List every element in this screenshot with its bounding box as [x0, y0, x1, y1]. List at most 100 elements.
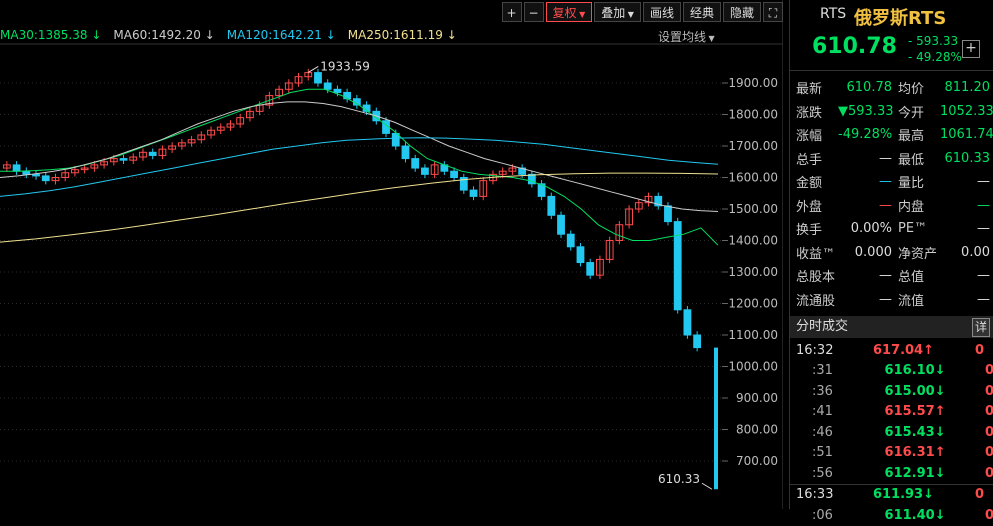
candle-body — [12, 164, 21, 172]
tick-row: 16:33 611.93↓ 0 — [790, 485, 993, 506]
ma-legend: MA30:1385.38 ↓ MA60:1492.20 ↓ MA120:1642.2… — [0, 28, 457, 42]
tick-price: 615.00↓ — [884, 383, 946, 399]
tick-price: 615.43↓ — [884, 424, 946, 440]
quote-row: 涨幅 -49.28% 最高 1061.74 — [796, 123, 993, 147]
y-tick-label: 1500.00 — [728, 202, 778, 216]
ma-settings-button[interactable]: 设置均线 ▼ — [658, 28, 715, 45]
high-marker — [307, 65, 319, 73]
quote-key: 内盘 — [898, 199, 925, 215]
tick-price: 611.40↓ — [884, 507, 946, 523]
tick-price: 617.04↑ — [872, 342, 934, 358]
candle-body — [148, 151, 157, 156]
tick-volume: 0 — [974, 342, 984, 358]
candle-body — [343, 91, 352, 100]
tick-time: 16:32 — [796, 342, 834, 358]
quote-value: 1052.33 — [940, 103, 993, 119]
y-tick-label: 900.00 — [736, 391, 778, 405]
quote-key: 总值 — [898, 270, 925, 286]
chevron-down-icon: ▼ — [625, 10, 634, 19]
candle-body — [411, 158, 420, 169]
low-label: 610.33 — [658, 472, 700, 486]
quote-key: 最新 — [796, 82, 823, 98]
quote-value: — — [977, 291, 990, 307]
quote-value: 1061.74 — [940, 127, 993, 143]
detail-button[interactable]: 详 — [972, 318, 990, 337]
candle-body — [119, 158, 128, 161]
ma-legend-item: MA250:1611.19 ↓ — [347, 28, 457, 42]
tick-price: 612.91↓ — [884, 465, 946, 481]
chevron-down-icon: ▼ — [706, 34, 715, 43]
tick-volume: 0 — [984, 404, 993, 420]
tick-row: :51 616.31↑ 0 — [790, 443, 993, 464]
price-change-pct: - 49.28% — [908, 50, 962, 64]
ma-line — [0, 88, 719, 246]
zoom-in-button[interactable]: + — [501, 2, 522, 22]
quote-value: — — [879, 268, 892, 284]
tick-list[interactable]: 16:32 617.04↑ 0:31 616.10↓ 0:36 615.00↓ 0:41 61… — [790, 340, 993, 526]
quote-row: 外盘 — 内盘 — — [796, 194, 990, 218]
tick-time: :06 — [812, 507, 833, 523]
tick-row: :56 612.91↓ 0 — [790, 463, 993, 484]
quote-row: 总手 — 最低 610.33 — [796, 147, 990, 171]
y-tick-label: 1300.00 — [728, 265, 778, 279]
price-change: - 593.33 — [908, 34, 959, 48]
tick-row: :41 615.57↑ 0 — [790, 402, 993, 423]
add-watchlist-button[interactable]: + — [962, 40, 980, 58]
tick-volume: 0 — [984, 383, 993, 399]
tick-price: 611.93↓ — [872, 487, 934, 503]
overlay-button[interactable]: 叠加 ▼ — [594, 2, 641, 22]
quote-grid: 最新 610.78 均价 811.20 涨跌 ▼593.33 今开 1052.33 涨幅 -49.… — [796, 76, 993, 311]
candle-body — [586, 262, 595, 276]
tick-volume: 0 — [984, 507, 993, 523]
y-tick-label: 1800.00 — [728, 108, 778, 122]
candle-body — [566, 233, 575, 248]
quote-row: 涨跌 ▼593.33 今开 1052.33 — [796, 100, 993, 124]
kline-chart[interactable]: 700.00 800.00 900.00 1000.00 1100.00 1200.00 1… — [0, 0, 783, 509]
quote-key: 均价 — [898, 82, 925, 98]
y-tick-label: 1100.00 — [728, 328, 778, 342]
y-tick-label: 1700.00 — [728, 139, 778, 153]
tick-price: 616.31↑ — [884, 445, 946, 461]
ma-legend-item: MA30:1385.38 ↓ — [0, 28, 102, 42]
y-tick-label: 800.00 — [736, 423, 778, 437]
kline-chart-area[interactable]: 700.00 800.00 900.00 1000.00 1100.00 1200.00 1… — [0, 0, 783, 509]
overlay-label: 叠加 — [601, 6, 626, 20]
tick-volume: 0 — [984, 424, 993, 440]
quote-row: 金额 — 量比 — — [796, 170, 990, 194]
hide-button[interactable]: 隐藏 — [722, 2, 761, 22]
tick-time: :46 — [812, 424, 833, 440]
candle-body — [323, 82, 332, 90]
draw-line-button[interactable]: 画线 — [642, 2, 681, 22]
classic-button[interactable]: 经典 — [682, 2, 721, 22]
candle-body — [714, 347, 718, 490]
tick-time: :56 — [812, 465, 833, 481]
quote-value: — — [977, 174, 990, 190]
tick-time: 16:33 — [796, 487, 834, 503]
tick-volume: 0 — [984, 465, 993, 481]
quote-key: 金额 — [796, 176, 823, 192]
candle-body — [401, 145, 410, 160]
quote-value: -49.28% — [838, 127, 893, 143]
ma-line — [0, 137, 719, 197]
quote-key: 最高 — [898, 129, 925, 145]
quote-value: 610.78 — [846, 80, 893, 96]
quote-key: PE™ — [898, 221, 928, 237]
candle-body — [333, 88, 342, 93]
quote-key: 外盘 — [796, 199, 823, 215]
tick-row: :06 611.40↓ 0 — [790, 505, 993, 526]
quote-value: ▼593.33 — [838, 103, 894, 119]
y-tick-label: 1600.00 — [728, 171, 778, 185]
quote-value: — — [977, 197, 990, 213]
zoom-out-button[interactable]: − — [523, 2, 544, 22]
adjust-rights-button[interactable]: 复权 ▼ — [545, 2, 593, 22]
fullscreen-icon[interactable]: ⛶ — [763, 2, 783, 22]
y-tick-label: 1200.00 — [728, 297, 778, 311]
quote-key: 换手 — [796, 223, 823, 239]
adjust-rights-label: 复权 — [552, 6, 577, 20]
tick-time: :41 — [812, 404, 833, 420]
quote-row: 总股本 — 总值 — — [796, 264, 990, 288]
ma-settings-label: 设置均线 — [658, 30, 707, 44]
ma-legend-item: MA120:1642.21 ↓ — [226, 28, 336, 42]
ma-legend-item: MA60:1492.20 ↓ — [113, 28, 215, 42]
quote-value: 0.00 — [961, 244, 990, 260]
